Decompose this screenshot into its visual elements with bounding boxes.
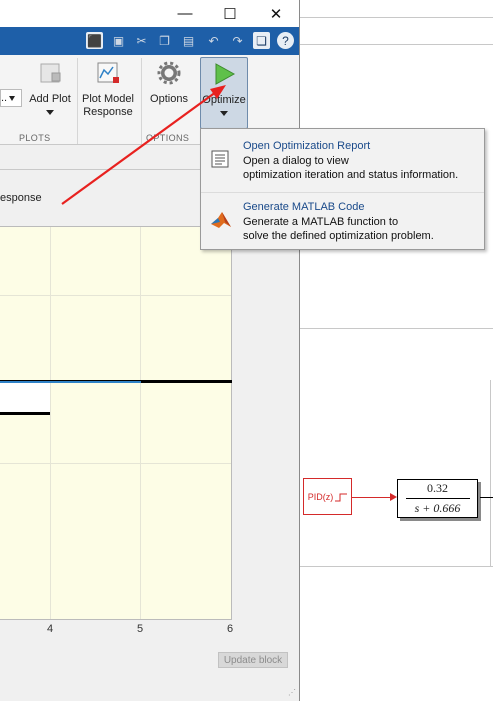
gear-icon: [155, 59, 183, 87]
x-tick-label: 6: [227, 623, 234, 635]
close-button[interactable]: ✕: [253, 0, 299, 27]
resize-grip-icon[interactable]: ⋰: [288, 688, 298, 698]
update-block-button[interactable]: Update block: [218, 652, 288, 668]
chevron-down-icon: [46, 110, 54, 115]
optimize-button[interactable]: Optimize: [200, 57, 248, 129]
step-response-line: [0, 381, 141, 383]
x-tick-label: 5: [137, 623, 144, 635]
menu-item-description: solve the defined optimization problem.: [243, 230, 434, 242]
canvas-divider: [300, 44, 493, 45]
report-icon: [210, 149, 232, 171]
menu-item-description: Generate a MATLAB function to: [243, 216, 399, 228]
gridline: [50, 227, 51, 619]
menu-item-open-optimization-report[interactable]: Open Optimization Report Open a dialog t…: [201, 133, 484, 193]
output-signal-line[interactable]: [480, 497, 493, 498]
options-button[interactable]: Options: [145, 59, 193, 129]
x-tick-label: 4: [47, 623, 54, 635]
optimize-dropdown-menu: Open Optimization Report Open a dialog t…: [200, 128, 485, 250]
tf-denominator: s + 0.666: [414, 501, 461, 515]
constraint-region: [0, 383, 50, 412]
play-icon: [210, 60, 238, 88]
response-plot-axes[interactable]: [0, 226, 232, 620]
redo-icon[interactable]: ↷: [229, 32, 246, 49]
step-response-lower-bound[interactable]: [0, 412, 50, 415]
section-label-options: OPTIONS: [146, 133, 190, 143]
plot-selector-dropdown[interactable]: ..: [0, 89, 22, 107]
ribbon-separator: [141, 58, 142, 144]
plot-model-response-icon: [94, 59, 122, 87]
canvas-divider: [300, 566, 493, 567]
pid-controller-block[interactable]: PID(z): [303, 478, 352, 515]
canvas-divider: [300, 328, 493, 329]
save-icon[interactable]: ▣: [110, 32, 127, 49]
add-plot-button[interactable]: Add Plot: [26, 59, 74, 129]
paste-icon[interactable]: ▤: [180, 32, 197, 49]
plot-model-response-button[interactable]: Plot Model Response: [80, 59, 136, 129]
layout-icon[interactable]: ❏: [253, 32, 270, 49]
menu-separator: [201, 192, 484, 193]
gridline: [0, 295, 231, 296]
matlab-icon: [210, 209, 232, 231]
undo-icon[interactable]: ↶: [205, 32, 222, 49]
copy-icon[interactable]: ❐: [156, 32, 173, 49]
ribbon-separator: [77, 58, 78, 144]
pid-label: PID(z): [307, 491, 334, 502]
pin-icon[interactable]: ⬛: [86, 32, 103, 49]
tf-fraction-bar: [405, 498, 470, 499]
canvas-divider: [300, 17, 493, 18]
maximize-button[interactable]: ☐: [207, 0, 253, 27]
title-bar: — ☐ ✕: [0, 0, 299, 27]
section-label-plots: PLOTS: [19, 133, 51, 143]
minimize-button[interactable]: —: [162, 0, 208, 27]
chevron-down-icon: [9, 95, 16, 101]
menu-item-title: Open Optimization Report: [243, 140, 371, 152]
help-icon[interactable]: ?: [277, 32, 294, 49]
signal-line[interactable]: [352, 497, 394, 498]
response-optimizer-window: — ☐ ✕ ⬛ ▣ ✂ ❐ ▤ ↶ ↷ ❏ ? .. Add Plot Plot…: [0, 0, 300, 701]
menu-item-description: Open a dialog to view: [243, 155, 349, 167]
menu-item-generate-matlab-code[interactable]: Generate MATLAB Code Generate a MATLAB f…: [201, 195, 484, 255]
canvas-border: [490, 380, 491, 566]
gridline: [140, 227, 141, 619]
quick-access-bar: ⬛ ▣ ✂ ❐ ▤ ↶ ↷ ❏ ?: [0, 27, 299, 55]
menu-item-description: optimization iteration and status inform…: [243, 169, 459, 181]
chevron-down-icon[interactable]: [220, 111, 228, 116]
signal-arrowhead: [390, 493, 397, 501]
gridline: [0, 463, 231, 464]
add-plot-icon: [36, 59, 64, 87]
tf-numerator: 0.32: [427, 481, 448, 495]
menu-item-title: Generate MATLAB Code: [243, 201, 365, 213]
plot-title: esponse: [0, 192, 42, 204]
cut-icon[interactable]: ✂: [133, 32, 150, 49]
transfer-function-block[interactable]: 0.32 s + 0.666: [397, 479, 478, 518]
step-icon: [335, 493, 348, 501]
